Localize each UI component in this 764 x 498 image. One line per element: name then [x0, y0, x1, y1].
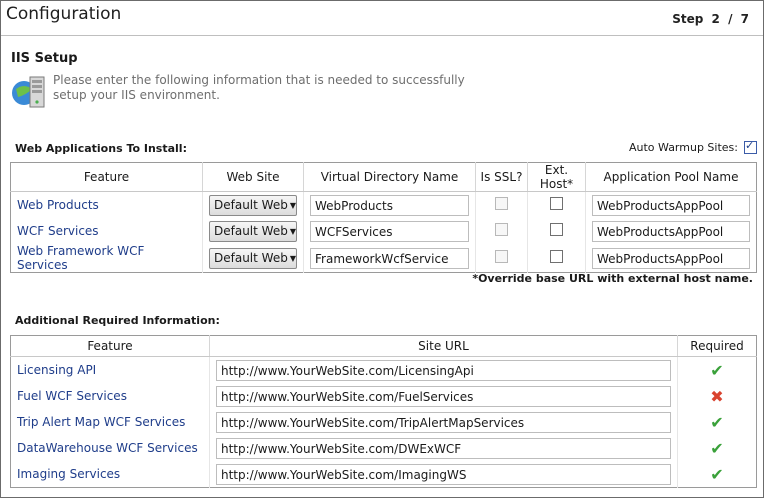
site-url-input[interactable]: http://www.YourWebSite.com/DWExWCF [216, 437, 671, 459]
table-row: Trip Alert Map WCF Services http://www.Y… [11, 409, 757, 435]
table-row: Licensing API http://www.YourWebSite.com… [11, 356, 757, 383]
column-header-ext-host: Ext. Host* [527, 162, 586, 192]
column-header-website: Web Site [202, 162, 304, 192]
check-icon: ✔ [710, 412, 724, 432]
table-row: Web Framework WCF Services Default Web ▼ … [11, 244, 757, 273]
table-row: DataWarehouse WCF Services http://www.Yo… [11, 435, 757, 461]
step-separator: / [728, 12, 733, 26]
feature-name: WCF Services [17, 224, 99, 238]
ext-host-checkbox[interactable] [550, 250, 563, 263]
feature-name: Licensing API [17, 363, 97, 377]
ssl-checkbox[interactable] [495, 197, 508, 210]
configuration-window: Configuration Step 2 / 7 IIS Setup Pleas… [0, 0, 764, 498]
dropdown-arrow-icon: ▼ [289, 253, 296, 263]
step-total: 7 [740, 12, 749, 26]
column-header-feature: Feature [10, 335, 210, 357]
step-label: Step [672, 12, 704, 26]
web-apps-table: Feature Web Site Virtual Directory Name … [10, 162, 757, 273]
website-value: Default Web [214, 251, 288, 265]
additional-info-label: Additional Required Information: [15, 314, 220, 327]
app-pool-input[interactable]: WebProductsAppPool [592, 194, 750, 216]
section-description: Please enter the following information t… [53, 73, 465, 102]
table-row: Imaging Services http://www.YourWebSite.… [11, 461, 757, 488]
site-url-input[interactable]: http://www.YourWebSite.com/FuelServices [216, 385, 671, 407]
vdir-input[interactable]: FrameworkWcfService [310, 247, 469, 269]
additional-info-table: Feature Site URL Required Licensing API … [10, 335, 757, 488]
table-row: Fuel WCF Services http://www.YourWebSite… [11, 383, 757, 409]
site-url-input[interactable]: http://www.YourWebSite.com/LicensingApi [216, 359, 671, 381]
site-url-input[interactable]: http://www.YourWebSite.com/ImagingWS [216, 463, 671, 485]
server-icon [12, 76, 45, 108]
auto-warmup-label: Auto Warmup Sites: [628, 141, 738, 154]
website-value: Default Web [214, 224, 288, 238]
ext-host-footnote: *Override base URL with external host na… [472, 272, 753, 285]
ssl-checkbox[interactable] [495, 223, 508, 236]
check-icon: ✔ [710, 464, 724, 484]
vdir-input[interactable]: WebProducts [310, 194, 469, 216]
website-dropdown[interactable]: Default Web ▼ [209, 194, 297, 216]
table-row: Web Products Default Web ▼ WebProducts We… [11, 191, 757, 218]
vdir-input[interactable]: WCFServices [310, 220, 469, 242]
website-dropdown[interactable]: Default Web ▼ [209, 220, 297, 242]
check-icon: ✔ [710, 438, 724, 458]
feature-name: DataWarehouse WCF Services [17, 441, 198, 455]
column-header-vdir: Virtual Directory Name [303, 162, 476, 192]
x-icon: ✖ [710, 386, 724, 406]
web-apps-label: Web Applications To Install: [15, 142, 187, 155]
table-row: WCF Services Default Web ▼ WCFServices We… [11, 218, 757, 244]
check-icon: ✔ [710, 360, 724, 380]
feature-name: Fuel WCF Services [17, 389, 127, 403]
step-indicator: Step 2 / 7 [668, 12, 749, 26]
step-current: 2 [711, 12, 720, 26]
auto-warmup: Auto Warmup Sites: [628, 139, 757, 154]
feature-name: Imaging Services [17, 467, 121, 481]
site-url-input[interactable]: http://www.YourWebSite.com/TripAlertMapS… [216, 411, 671, 433]
website-value: Default Web [214, 198, 288, 212]
ext-host-checkbox[interactable] [550, 223, 563, 236]
feature-name: Trip Alert Map WCF Services [17, 415, 186, 429]
page-title: Configuration [6, 4, 122, 24]
column-header-site-url: Site URL [209, 335, 678, 357]
dropdown-arrow-icon: ▼ [289, 200, 296, 210]
ext-host-checkbox[interactable] [550, 197, 563, 210]
website-dropdown[interactable]: Default Web ▼ [209, 247, 297, 269]
app-pool-input[interactable]: WebProductsAppPool [592, 247, 750, 269]
app-pool-input[interactable]: WebProductsAppPool [592, 220, 750, 242]
feature-name: Web Products [17, 198, 99, 212]
feature-name: Web Framework WCF Services [17, 244, 145, 272]
column-header-ssl: Is SSL? [475, 162, 528, 192]
section-title: IIS Setup [11, 51, 78, 66]
column-header-app-pool: Application Pool Name [585, 162, 757, 192]
auto-warmup-checkbox[interactable] [744, 139, 757, 154]
column-header-feature: Feature [10, 162, 203, 192]
header-divider [1, 35, 763, 36]
dropdown-arrow-icon: ▼ [289, 226, 296, 236]
ssl-checkbox[interactable] [495, 250, 508, 263]
column-header-required: Required [677, 335, 757, 357]
